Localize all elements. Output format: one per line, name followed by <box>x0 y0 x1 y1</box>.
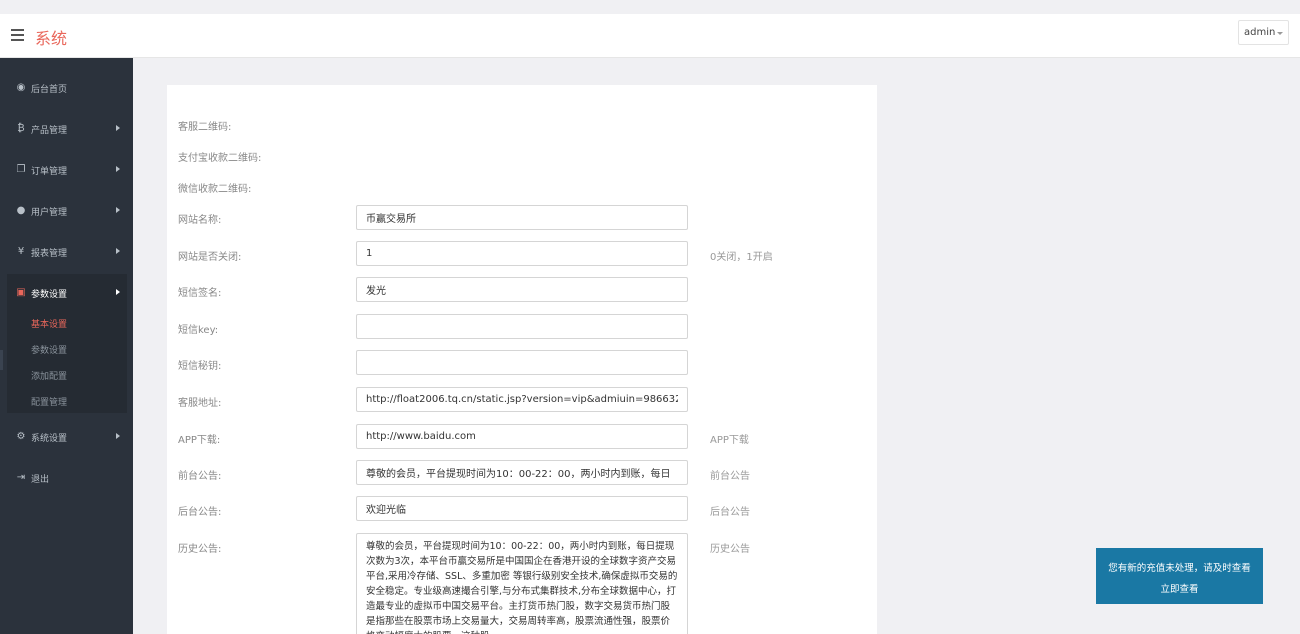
sidebar-item-products[interactable]: ₿ 产品管理 <box>0 114 133 144</box>
bitcoin-icon: ₿ <box>17 123 25 134</box>
app-download-input[interactable] <box>356 424 688 449</box>
label-site-closed: 网站是否关闭: <box>178 252 242 263</box>
chevron-right-icon <box>116 433 120 439</box>
submenu-item-params[interactable]: 参数设置 <box>31 343 67 356</box>
chevron-right-icon <box>116 248 120 254</box>
hint-history-notice: 历史公告 <box>710 544 750 555</box>
label-app-download: APP下载: <box>178 435 221 446</box>
scroll-marker <box>0 350 3 370</box>
sidebar-item-label: 参数设置 <box>31 290 68 300</box>
label-alipay-qr: 支付宝收款二维码: <box>178 153 262 164</box>
sidebar-item-params[interactable]: ▣ 参数设置 <box>0 278 133 308</box>
sidebar-item-label: 退出 <box>31 475 50 485</box>
sidebar-item-label: 订单管理 <box>31 167 68 177</box>
label-kefu-qr: 客服二维码: <box>178 122 232 133</box>
user-dropdown[interactable]: admin <box>1238 20 1289 45</box>
label-site-name: 网站名称: <box>178 215 222 226</box>
hint-site-closed: 0关闭，1开启 <box>710 252 773 263</box>
copy-icon: ❐ <box>16 164 26 175</box>
label-front-notice: 前台公告: <box>178 471 222 482</box>
chevron-right-icon <box>116 289 120 295</box>
label-sms-secret: 短信秘钥: <box>178 361 222 372</box>
chevron-right-icon <box>116 125 120 131</box>
settings-form-card: 客服二维码: 支付宝收款二维码: 微信收款二维码: 网站名称: 网站是否关闭: … <box>167 85 877 634</box>
sms-sign-input[interactable] <box>356 277 688 302</box>
front-notice-input[interactable] <box>356 460 688 485</box>
label-back-notice: 后台公告: <box>178 507 222 518</box>
caret-down-icon <box>1277 32 1283 35</box>
sidebar-item-users[interactable]: ● 用户管理 <box>0 196 133 226</box>
sidebar-item-label: 报表管理 <box>31 249 68 259</box>
user-name: admin <box>1244 27 1276 38</box>
site-closed-input[interactable] <box>356 241 688 266</box>
chevron-right-icon <box>116 207 120 213</box>
user-icon: ● <box>16 205 26 216</box>
sidebar-item-label: 产品管理 <box>31 126 68 136</box>
cogs-icon: ⚙ <box>16 431 26 442</box>
sidebar-item-dashboard[interactable]: ◉ 后台首页 <box>0 73 133 103</box>
hint-back-notice: 后台公告 <box>710 507 750 518</box>
hint-app-download: APP下载 <box>710 435 749 446</box>
sms-key-input[interactable] <box>356 314 688 339</box>
label-sms-sign: 短信签名: <box>178 288 222 299</box>
site-name-input[interactable] <box>356 205 688 230</box>
back-notice-input[interactable] <box>356 496 688 521</box>
top-strip <box>0 0 1300 14</box>
sidebar-group-params: ▣ 参数设置 基本设置 参数设置 添加配置 配置管理 <box>7 274 127 413</box>
menu-toggle-icon[interactable] <box>11 29 24 41</box>
brand-title: 系统 <box>35 29 68 48</box>
label-kefu-url: 客服地址: <box>178 398 222 409</box>
settings-files-icon: ▣ <box>16 287 26 298</box>
submenu-item-add-config[interactable]: 添加配置 <box>31 369 67 382</box>
submenu-item-config-manage[interactable]: 配置管理 <box>31 395 67 408</box>
sidebar-item-label: 系统设置 <box>31 434 68 444</box>
label-wechat-qr: 微信收款二维码: <box>178 184 252 195</box>
history-notice-textarea[interactable]: 尊敬的会员，平台提现时间为10：00-22：00，两小时内到账，每日提现次数为3… <box>356 533 688 634</box>
sign-out-icon: ⇥ <box>16 472 26 483</box>
yen-icon: ¥ <box>17 246 25 257</box>
sidebar-item-label: 用户管理 <box>31 208 68 218</box>
header-bar: 系统 admin <box>0 14 1300 58</box>
label-history-notice: 历史公告: <box>178 544 222 555</box>
recharge-notification: 您有新的充值未处理，请及时查看 立即查看 <box>1096 548 1263 604</box>
submenu-item-basic[interactable]: 基本设置 <box>31 317 67 330</box>
sidebar-item-logout[interactable]: ⇥ 退出 <box>0 463 133 493</box>
sms-secret-input[interactable] <box>356 350 688 375</box>
chevron-right-icon <box>116 166 120 172</box>
sidebar-item-orders[interactable]: ❐ 订单管理 <box>0 155 133 185</box>
label-sms-key: 短信key: <box>178 325 219 336</box>
kefu-url-input[interactable] <box>356 387 688 412</box>
sidebar: ◉ 后台首页 ₿ 产品管理 ❐ 订单管理 ● 用户管理 ¥ 报表管理 ▣ 参数设… <box>0 58 133 634</box>
hint-front-notice: 前台公告 <box>710 471 750 482</box>
view-now-link[interactable]: 立即查看 <box>1096 581 1263 595</box>
sidebar-item-system[interactable]: ⚙ 系统设置 <box>0 422 133 452</box>
notification-message: 您有新的充值未处理，请及时查看 <box>1108 563 1251 574</box>
sidebar-item-label: 后台首页 <box>31 85 68 95</box>
dashboard-icon: ◉ <box>16 82 26 93</box>
sidebar-item-reports[interactable]: ¥ 报表管理 <box>0 237 133 267</box>
